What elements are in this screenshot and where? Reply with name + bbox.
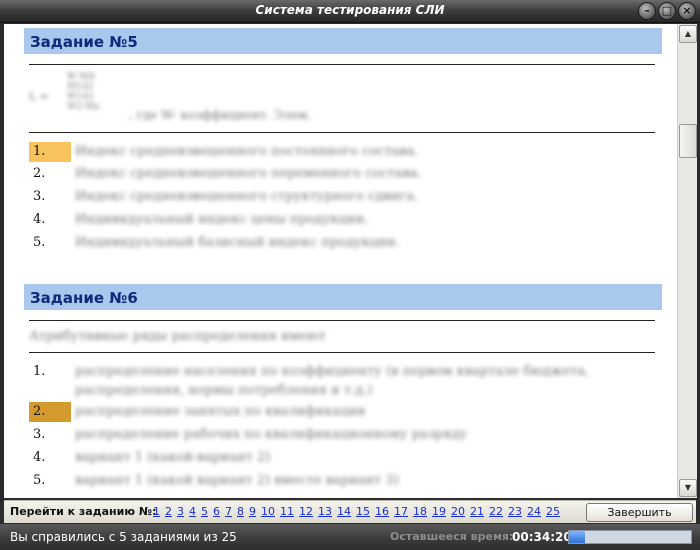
scroll-up-button[interactable]: ▲ [679, 25, 697, 43]
option-text[interactable]: распределение населения по коэффициенту … [75, 362, 589, 382]
formula-part-1: L = [29, 90, 50, 103]
goto-task-label: Перейти к заданию №: [10, 505, 157, 518]
task-page-link-12[interactable]: 12 [299, 505, 313, 518]
scroll-down-button[interactable]: ▼ [679, 479, 697, 497]
formula-part-2: W·MA M1A1 W1A1 W2·Ma [67, 72, 100, 112]
option-text[interactable]: Индивидуальный индекс цены продукции. [75, 210, 368, 230]
task-page-link-18[interactable]: 18 [413, 505, 427, 518]
answer-option[interactable]: 3. Индекс средневзвешенного структурного… [29, 187, 649, 207]
task-page-link-4[interactable]: 4 [189, 505, 196, 518]
option-text[interactable]: Индивидуальный базисный индекс продукции… [75, 233, 400, 253]
close-button[interactable]: × [678, 2, 696, 20]
task-page-links: 1 2 3 4 5 6 7 8 9 10 11 12 13 14 15 16 17 18 19 20 21 22 23 24 2… [153, 505, 560, 518]
window-controls: – □ × [638, 2, 696, 20]
option-text[interactable]: Индекс средневзвешенного переменного сос… [75, 164, 422, 184]
answer-option[interactable]: 5. Индивидуальный базисный индекс продук… [29, 233, 649, 253]
task-page-link-21[interactable]: 21 [470, 505, 484, 518]
task-page-link-11[interactable]: 11 [280, 505, 294, 518]
option-number[interactable]: 5. [29, 471, 71, 491]
task-page-link-13[interactable]: 13 [318, 505, 332, 518]
task-header-6: Задание №6 [24, 284, 662, 310]
answer-option[interactable]: 2. распределение занятых по квалификации [29, 402, 649, 422]
option-number[interactable]: 5. [29, 233, 71, 253]
task-page-link-15[interactable]: 15 [356, 505, 370, 518]
scroll-thumb[interactable] [679, 124, 697, 158]
answer-option[interactable]: 2. Индекс средневзвешенного переменного … [29, 164, 649, 184]
task-page-link-6[interactable]: 6 [213, 505, 220, 518]
task-page-link-23[interactable]: 23 [508, 505, 522, 518]
window-title: Система тестирования СЛИ [255, 3, 445, 17]
answer-option[interactable]: 5. вариант 1 (какой вариант 2) вместе ва… [29, 471, 649, 491]
option-text[interactable]: Индекс средневзвешенного постоянного сос… [75, 142, 418, 162]
option-number[interactable]: 4. [29, 448, 71, 468]
task-header-title: Задание №6 [30, 289, 138, 307]
vertical-scrollbar[interactable]: ▲ ▼ [677, 24, 697, 498]
option-text[interactable]: распределение занятых по квалификации [75, 402, 366, 422]
option-number[interactable]: 1. [29, 362, 71, 382]
option-text[interactable]: вариант 1 (какой-вариант 2) [75, 448, 270, 468]
option-number[interactable]: 2. [29, 402, 71, 422]
task-page-link-24[interactable]: 24 [527, 505, 541, 518]
task-page-link-25[interactable]: 25 [546, 505, 560, 518]
task-page-link-10[interactable]: 10 [261, 505, 275, 518]
answer-option[interactable]: 1. распределение населения по коэффициен… [29, 362, 649, 402]
time-progress-fill [569, 531, 585, 543]
task-content-area: Задание №5 L = W·MA M1A1 W1A1 W2·Ma , гд… [4, 24, 677, 498]
finish-button[interactable]: Завершить [586, 503, 693, 522]
task-page-link-14[interactable]: 14 [337, 505, 351, 518]
task-header-title: Задание №5 [30, 33, 138, 51]
minimize-button[interactable]: – [638, 2, 656, 20]
remaining-time-label: Оставшееся время: [390, 530, 514, 543]
task-page-link-3[interactable]: 3 [177, 505, 184, 518]
answer-option[interactable]: 4. Индивидуальный индекс цены продукции. [29, 210, 649, 230]
remaining-time-value: 00:34:20 [512, 530, 572, 544]
divider [29, 352, 655, 353]
divider [29, 64, 655, 65]
task-page-link-9[interactable]: 9 [249, 505, 256, 518]
task-page-link-7[interactable]: 7 [225, 505, 232, 518]
title-bar: Система тестирования СЛИ – □ × [0, 0, 700, 23]
option-number[interactable]: 2. [29, 164, 71, 184]
option-number[interactable]: 4. [29, 210, 71, 230]
task-page-link-16[interactable]: 16 [375, 505, 389, 518]
time-progress-bar [568, 530, 692, 544]
task-formula: L = W·MA M1A1 W1A1 W2·Ma , где W- коэффи… [29, 72, 329, 124]
status-bar: Вы справились с 5 заданиями из 25 Оставш… [0, 524, 700, 550]
answer-option[interactable]: 1. Индекс средневзвешенного постоянного … [29, 142, 649, 162]
task-page-link-20[interactable]: 20 [451, 505, 465, 518]
task-question: Атрибутивные ряды распределения имеют [29, 329, 326, 344]
task-page-link-2[interactable]: 2 [165, 505, 172, 518]
option-number[interactable]: 1. [29, 142, 71, 162]
answer-option[interactable]: 3. распределение рабочих по квалификацио… [29, 425, 649, 445]
divider [29, 132, 655, 133]
task-header-5: Задание №5 [24, 28, 662, 54]
task-page-link-22[interactable]: 22 [489, 505, 503, 518]
option-text[interactable]: вариант 1 (какой вариант 2) вместе вариа… [75, 471, 399, 491]
task-navigation-bar: Перейти к заданию №: 1 2 3 4 5 6 7 8 9 10 11 12 13 14… [4, 500, 696, 523]
formula-part-3: , где W- коэффициент. Элем. [129, 108, 311, 122]
task-page-link-8[interactable]: 8 [237, 505, 244, 518]
option-text-line-2[interactable]: распределения, нормы потребления и т.д.) [75, 382, 372, 400]
task-page-link-1[interactable]: 1 [153, 505, 160, 518]
option-number[interactable]: 3. [29, 425, 71, 445]
answer-option[interactable]: 4. вариант 1 (какой-вариант 2) [29, 448, 649, 468]
option-text[interactable]: распределение рабочих по квалификационно… [75, 425, 467, 445]
task-page-link-17[interactable]: 17 [394, 505, 408, 518]
progress-status-text: Вы справились с 5 заданиями из 25 [10, 530, 237, 544]
option-text[interactable]: Индекс средневзвешенного структурного сд… [75, 187, 418, 207]
divider [29, 320, 655, 321]
option-number[interactable]: 3. [29, 187, 71, 207]
task-page-link-19[interactable]: 19 [432, 505, 446, 518]
task-page-link-5[interactable]: 5 [201, 505, 208, 518]
maximize-button[interactable]: □ [658, 2, 676, 20]
